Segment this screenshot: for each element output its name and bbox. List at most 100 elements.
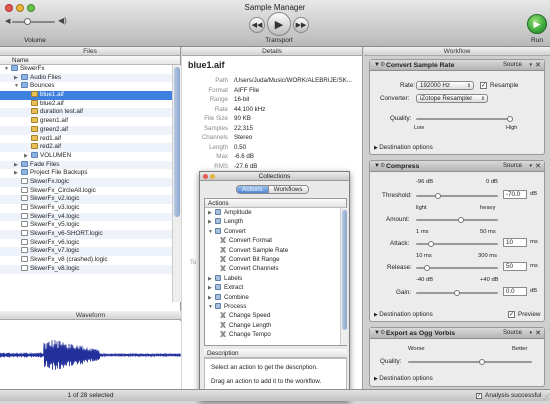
file-row[interactable]: SkwerFx_v6.logic xyxy=(0,239,172,248)
play-button[interactable]: ▶ xyxy=(267,12,291,36)
action-row[interactable]: Convert Format xyxy=(205,236,340,245)
file-row[interactable]: duration test.aif xyxy=(0,108,172,117)
action-group-row[interactable]: ▶ Length xyxy=(205,217,340,226)
audio-file-icon xyxy=(31,143,38,149)
action-row[interactable]: Convert Bit Range xyxy=(205,255,340,264)
threshold-slider-knob[interactable] xyxy=(435,193,441,199)
action-group-row[interactable]: ▼ Convert xyxy=(205,227,340,236)
convert-quality-slider-knob[interactable] xyxy=(507,116,513,122)
collections-close-button[interactable] xyxy=(203,174,208,179)
convert-quality-slider[interactable] xyxy=(416,118,512,120)
gain-slider-knob[interactable] xyxy=(454,290,460,296)
preview-checkbox[interactable]: ✓ xyxy=(508,311,515,318)
rewind-button[interactable]: ◀◀ xyxy=(249,17,265,33)
actions-scrollbar[interactable] xyxy=(340,208,347,345)
file-row[interactable]: red1.aif xyxy=(0,135,172,144)
action-row[interactable]: Convert Channels xyxy=(205,264,340,273)
gear-icon[interactable]: ⚙ xyxy=(380,328,385,339)
action-group-row[interactable]: ▶ Labels xyxy=(205,274,340,283)
converter-select[interactable]: iZotope Resampler ⇕ xyxy=(416,94,488,103)
waveform-view[interactable] xyxy=(0,321,181,389)
ogg-quality-slider-knob[interactable] xyxy=(479,359,485,365)
action-group-row[interactable]: ▶ Amplitude xyxy=(205,208,340,217)
file-row[interactable]: ▼ SkwerFx xyxy=(0,65,172,74)
file-row[interactable]: SkwerFx_v7.logic xyxy=(0,247,172,256)
file-row[interactable]: blue2.aif xyxy=(0,100,172,109)
file-row[interactable]: SkwerFx_CircleAll.logic xyxy=(0,187,172,196)
files-column-header[interactable]: Name xyxy=(0,56,180,65)
gain-field[interactable]: 0.0 xyxy=(503,287,527,296)
file-row[interactable]: SkwerFx_v6-SHORT.logic xyxy=(0,230,172,239)
ogg-destination-options[interactable]: ▶ Destination options xyxy=(374,375,433,382)
file-row[interactable]: ▼ Bounces xyxy=(0,82,172,91)
collections-minimize-button[interactable] xyxy=(210,174,215,179)
run-button[interactable]: ▶ xyxy=(527,14,547,34)
action-group-row[interactable]: ▶ Combine xyxy=(205,293,340,302)
attack-slider[interactable] xyxy=(416,243,498,245)
gain-slider[interactable] xyxy=(416,292,498,294)
file-row[interactable]: SkwerFx_v4.logic xyxy=(0,213,172,222)
action-row[interactable]: Change Tempo xyxy=(205,330,340,339)
disclosure-closed-icon[interactable]: ▶ xyxy=(14,74,21,83)
close-icon[interactable]: ✕ xyxy=(535,161,541,172)
ogg-source-menu[interactable]: Source xyxy=(503,328,522,339)
tab-actions[interactable]: Actions xyxy=(237,186,268,193)
gear-icon[interactable]: ⚙ xyxy=(380,60,385,71)
file-row[interactable]: SkwerFx_v5.logic xyxy=(0,221,172,230)
disclosure-open-icon[interactable]: ▼ xyxy=(4,65,11,74)
convert-destination-options[interactable]: ▶ Destination options xyxy=(374,144,433,151)
resample-label: Resample xyxy=(490,82,518,89)
file-row[interactable]: SkwerFx_v3.logic xyxy=(0,204,172,213)
file-row[interactable]: ▶ Fade Files xyxy=(0,161,172,170)
disclosure-closed-icon[interactable]: ▶ xyxy=(14,169,21,178)
file-row[interactable]: blue1.aif xyxy=(0,91,172,100)
attack-slider-knob[interactable] xyxy=(428,241,434,247)
action-group-row[interactable]: ▼ Process xyxy=(205,302,340,311)
file-row[interactable]: ▶ Audio Files xyxy=(0,74,172,83)
disclosure-open-icon[interactable]: ▼ xyxy=(14,82,21,91)
files-scrollbar-thumb[interactable] xyxy=(174,67,180,217)
disclosure-open-icon[interactable]: ▼ xyxy=(208,303,215,312)
amount-slider-knob[interactable] xyxy=(458,217,464,223)
compress-source-menu[interactable]: Source xyxy=(503,161,522,172)
action-row[interactable]: Change Length xyxy=(205,321,340,330)
disclosure-closed-icon[interactable]: ▶ xyxy=(24,152,31,161)
gear-icon[interactable]: ⚙ xyxy=(380,161,385,172)
compress-destination-options[interactable]: ▶ Destination options xyxy=(374,311,433,318)
threshold-field[interactable]: -70.0 xyxy=(503,190,527,199)
tab-workflows[interactable]: Workflows xyxy=(268,186,308,193)
details-filename: blue1.aif xyxy=(182,56,362,73)
volume-slider-knob[interactable] xyxy=(24,18,31,25)
release-field[interactable]: 50 xyxy=(503,262,527,271)
threshold-slider[interactable] xyxy=(416,195,498,197)
disclosure-open-icon[interactable]: ▼ xyxy=(208,228,215,237)
attack-field[interactable]: 10 xyxy=(503,238,527,247)
fast-forward-button[interactable]: ▶▶ xyxy=(293,17,309,33)
collections-titlebar[interactable]: Collections xyxy=(200,172,349,181)
file-row[interactable]: SkwerFx_v8 (crashed).logic xyxy=(0,256,172,265)
convert-source-menu[interactable]: Source xyxy=(503,60,522,71)
file-row[interactable]: SkwerFx_v2.logic xyxy=(0,195,172,204)
action-row[interactable]: Convert Sample Rate xyxy=(205,246,340,255)
close-icon[interactable]: ✕ xyxy=(535,328,541,339)
file-row[interactable]: green2.aif xyxy=(0,126,172,135)
release-slider-knob[interactable] xyxy=(424,265,430,271)
file-row[interactable]: ▶ Project File Backups xyxy=(0,169,172,178)
file-row[interactable]: SkwerFx_v8.logic xyxy=(0,265,172,274)
file-row[interactable]: green1.aif xyxy=(0,117,172,126)
disclosure-closed-icon[interactable]: ▶ xyxy=(14,161,21,170)
release-slider[interactable] xyxy=(416,267,498,269)
amount-slider[interactable] xyxy=(416,219,498,221)
volume-slider[interactable] xyxy=(12,21,55,23)
file-row[interactable]: SkwerFx.logic xyxy=(0,178,172,187)
ogg-quality-slider[interactable] xyxy=(408,361,532,363)
action-group-row[interactable]: ▶ Extract xyxy=(205,283,340,292)
files-scrollbar[interactable] xyxy=(172,65,181,302)
resample-checkbox[interactable]: ✓ xyxy=(480,82,487,89)
rate-select[interactable]: 192000 Hz ⇕ xyxy=(416,81,474,90)
file-row[interactable]: red2.aif xyxy=(0,143,172,152)
close-icon[interactable]: ✕ xyxy=(535,60,541,71)
action-row[interactable]: Change Speed xyxy=(205,311,340,320)
actions-scrollbar-thumb[interactable] xyxy=(342,210,347,330)
file-row[interactable]: ▶ VOLUMEN xyxy=(0,152,172,161)
